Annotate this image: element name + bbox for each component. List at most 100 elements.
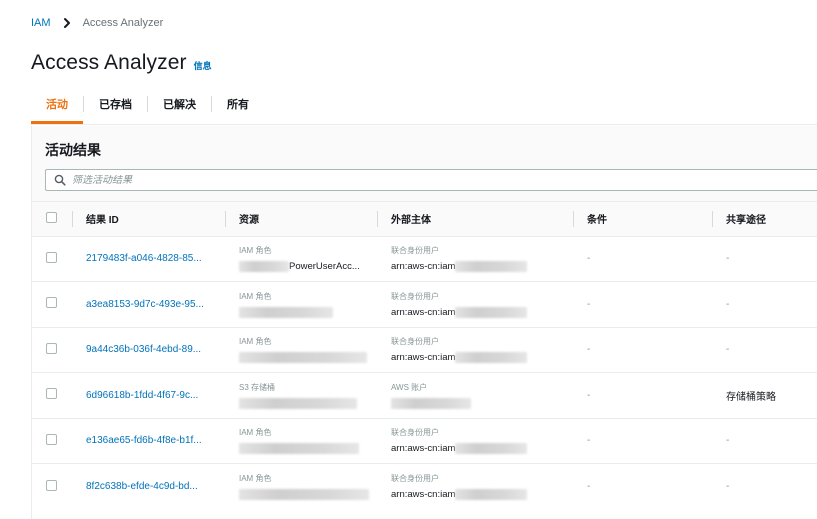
tab-active[interactable]: 活动	[31, 90, 83, 124]
breadcrumb-current: Access Analyzer	[82, 17, 164, 29]
shared-via-cell: -	[712, 282, 817, 328]
redacted-text	[239, 489, 369, 500]
redacted-text	[239, 443, 359, 455]
finding-id-link[interactable]: e136ae65-fd6b-4f8e-b1f...	[86, 435, 202, 446]
column-header-resource[interactable]: 资源	[225, 202, 377, 236]
finding-id-cell: 6d96618b-1fdd-4f67-9c...	[72, 373, 225, 419]
column-header-id[interactable]: 结果 ID	[72, 202, 225, 236]
principal-cell: 联合身份用户 arn:aws-cn:iam	[377, 236, 573, 282]
panel-header: 活动结果	[32, 126, 817, 202]
filter-input[interactable]	[72, 174, 772, 186]
principal-name: arn:aws-cn:iam	[391, 352, 456, 364]
shared-via-cell: -	[712, 327, 817, 373]
condition-cell: -	[573, 373, 712, 419]
table-row[interactable]: e136ae65-fd6b-4f8e-b1f... IAM 角色 联合身份用户 …	[32, 418, 817, 464]
row-select-cell	[32, 327, 72, 373]
row-checkbox[interactable]	[46, 297, 57, 309]
column-header-principal[interactable]: 外部主体	[377, 202, 573, 236]
row-checkbox[interactable]	[46, 388, 57, 400]
tab-resolved[interactable]: 已解决	[148, 90, 211, 124]
shared-via-value: -	[726, 298, 730, 310]
table-row[interactable]: 9a44c36b-036f-4ebd-89... IAM 角色 联合身份用户 a…	[32, 327, 817, 373]
row-select-cell	[32, 236, 72, 282]
principal-name: arn:aws-cn:iam	[391, 489, 456, 500]
finding-id-link[interactable]: 9a44c36b-036f-4ebd-89...	[86, 344, 201, 355]
filter-box[interactable]	[45, 169, 817, 191]
resource-cell: IAM 角色	[225, 282, 377, 328]
principal-cell: 联合身份用户 arn:aws-cn:iam	[377, 418, 573, 464]
resource-type: IAM 角色	[239, 246, 272, 256]
redacted-text	[239, 352, 367, 364]
condition-value: -	[587, 435, 591, 447]
condition-value: -	[587, 481, 591, 492]
findings-table: 结果 ID 资源 外部主体 条件 共享途径 2179483f-a046-4828…	[32, 202, 817, 509]
finding-id-cell: a3ea8153-9d7c-493e-95...	[72, 282, 225, 328]
resource-name: PowerUserAcc...	[289, 261, 360, 273]
shared-via-value: -	[726, 481, 730, 492]
row-checkbox[interactable]	[46, 251, 57, 263]
redacted-text	[455, 443, 528, 455]
resource-type: IAM 角色	[239, 474, 272, 483]
shared-via-value: -	[726, 344, 730, 356]
finding-id-link[interactable]: 8f2c638b-efde-4c9d-bd...	[86, 481, 198, 492]
resource-type: IAM 角色	[239, 337, 272, 347]
principal-name: arn:aws-cn:iam	[391, 306, 456, 318]
shared-via-value: -	[726, 435, 730, 447]
principal-name: arn:aws-cn:iam	[391, 261, 456, 273]
principal-cell: 联合身份用户 arn:aws-cn:iam	[377, 464, 573, 510]
shared-via-cell: -	[712, 464, 817, 510]
principal-type: 联合身份用户	[391, 428, 439, 438]
finding-id-cell: 2179483f-a046-4828-85...	[72, 236, 225, 282]
tab-all[interactable]: 所有	[212, 90, 264, 124]
row-checkbox[interactable]	[46, 342, 57, 354]
finding-id-link[interactable]: 6d96618b-1fdd-4f67-9c...	[86, 390, 198, 401]
principal-type: 联合身份用户	[391, 291, 439, 301]
condition-cell: -	[573, 236, 712, 282]
condition-cell: -	[573, 282, 712, 328]
breadcrumb: IAM Access Analyzer	[31, 16, 163, 30]
principal-type: 联合身份用户	[391, 246, 439, 256]
row-select-cell	[32, 282, 72, 328]
redacted-text	[455, 261, 528, 273]
chevron-right-icon	[63, 18, 70, 28]
shared-via-cell: -	[712, 418, 817, 464]
principal-type: 联合身份用户	[391, 474, 439, 483]
finding-id-link[interactable]: a3ea8153-9d7c-493e-95...	[86, 299, 204, 310]
table-row[interactable]: 8f2c638b-efde-4c9d-bd... IAM 角色 联合身份用户 a…	[32, 463, 817, 510]
select-all-checkbox[interactable]	[46, 211, 57, 223]
resource-type: S3 存储桶	[239, 382, 276, 392]
principal-name: arn:aws-cn:iam	[391, 443, 456, 455]
column-header-condition[interactable]: 条件	[573, 202, 712, 236]
row-checkbox[interactable]	[46, 479, 57, 491]
search-icon	[54, 174, 66, 186]
tab-archived[interactable]: 已存档	[84, 90, 147, 124]
resource-cell: IAM 角色	[225, 327, 377, 373]
column-header-shared-via[interactable]: 共享途径	[712, 202, 817, 236]
findings-panel: 活动结果 结果 ID 资源 外部主体 条件 共享途径	[31, 126, 817, 519]
resource-cell: S3 存储桶	[225, 373, 377, 419]
redacted-text	[239, 306, 333, 318]
panel-title: 活动结果	[45, 142, 101, 158]
table-row[interactable]: 6d96618b-1fdd-4f67-9c... S3 存储桶 AWS 账户 -…	[32, 372, 817, 419]
principal-type: 联合身份用户	[391, 337, 439, 347]
finding-id-cell: 8f2c638b-efde-4c9d-bd...	[72, 464, 225, 510]
row-checkbox[interactable]	[46, 433, 57, 445]
redacted-text	[455, 306, 528, 318]
finding-id-link[interactable]: 2179483f-a046-4828-85...	[86, 253, 202, 264]
row-select-cell	[32, 373, 72, 419]
redacted-text	[455, 489, 528, 500]
shared-via-cell: -	[712, 236, 817, 282]
page-title-text: Access Analyzer	[31, 51, 187, 74]
principal-cell: 联合身份用户 arn:aws-cn:iam	[377, 327, 573, 373]
table-row[interactable]: a3ea8153-9d7c-493e-95... IAM 角色 联合身份用户 a…	[32, 281, 817, 328]
info-link[interactable]: 信息	[194, 59, 212, 72]
redacted-text	[239, 397, 357, 409]
principal-cell: 联合身份用户 arn:aws-cn:iam	[377, 282, 573, 328]
tabs: 活动 已存档 已解决 所有	[31, 90, 817, 124]
select-all-cell	[32, 202, 72, 236]
finding-id-cell: e136ae65-fd6b-4f8e-b1f...	[72, 418, 225, 464]
redacted-text	[455, 352, 528, 364]
table-row[interactable]: 2179483f-a046-4828-85... IAM 角色 PowerUse…	[32, 236, 817, 282]
breadcrumb-iam-link[interactable]: IAM	[31, 17, 51, 29]
finding-id-cell: 9a44c36b-036f-4ebd-89...	[72, 327, 225, 373]
